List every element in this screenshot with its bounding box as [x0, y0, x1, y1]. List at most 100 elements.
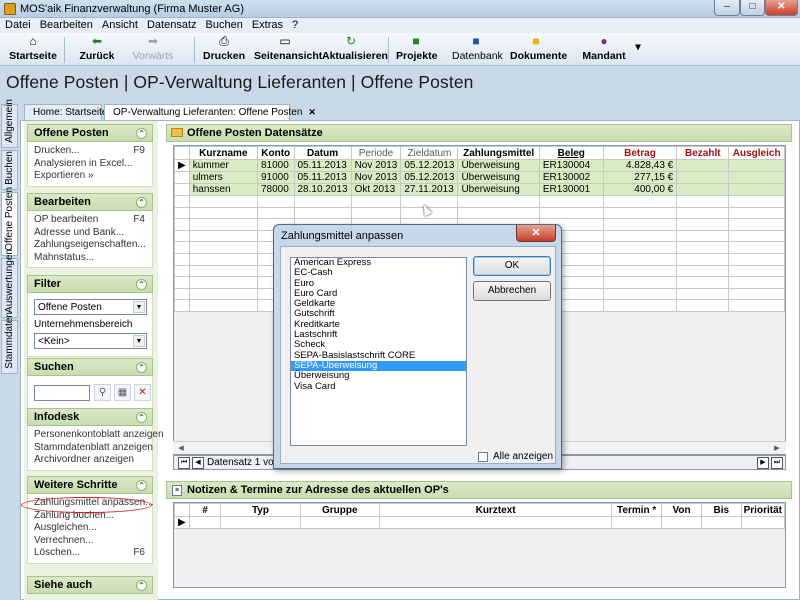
col-termin[interactable]: Termin *: [611, 503, 663, 517]
task-loeschen[interactable]: Löschen... F6: [34, 547, 147, 560]
startseite-button[interactable]: ⌂ Startseite: [8, 35, 58, 65]
search-input[interactable]: [34, 385, 90, 401]
section-header[interactable]: Offene Posten ⌃: [27, 124, 153, 142]
side-tab-buchen[interactable]: Buchen: [1, 150, 18, 190]
close-window-button[interactable]: ✕: [765, 0, 798, 16]
cell-ausgleich[interactable]: [728, 159, 785, 172]
table-row[interactable]: ▶: [174, 516, 785, 529]
menu-datei[interactable]: Datei: [0, 18, 35, 31]
section-header[interactable]: Suchen ⌃: [27, 358, 153, 376]
cell-betrag[interactable]: 400,00 €: [602, 183, 678, 196]
projects-button[interactable]: ■ Projekte: [396, 35, 437, 65]
cell-ausgleich[interactable]: [728, 171, 785, 184]
mandant-button[interactable]: ● Mandant: [580, 35, 628, 65]
cell-konto[interactable]: 78000: [256, 183, 295, 196]
menu-datensatz[interactable]: Datensatz: [142, 18, 201, 31]
cell-bezahlt[interactable]: [676, 159, 730, 172]
task-exportieren[interactable]: Exportieren »: [34, 170, 147, 183]
task-mahnstatus[interactable]: Mahnstatus...: [34, 252, 147, 265]
col-beleg[interactable]: Beleg: [538, 146, 604, 160]
filter-select[interactable]: Offene Posten ▼: [34, 299, 147, 315]
unternehmensbereich-select[interactable]: <Kein> ▼: [34, 333, 147, 349]
task-adresse-bank[interactable]: Adresse und Bank...: [34, 227, 147, 240]
cell-zahlungsmittel[interactable]: Überweisung: [457, 159, 540, 172]
col-ausgleich[interactable]: Ausgleich: [728, 146, 785, 160]
mandant-dropdown[interactable]: ▾: [632, 41, 644, 71]
database-button[interactable]: ■ Datenbank: [452, 35, 503, 65]
col-bezahlt[interactable]: Bezahlt: [676, 146, 730, 160]
forward-button[interactable]: ➡ Vorwärts: [128, 35, 178, 65]
side-tab-allgemein[interactable]: Allgemein: [1, 99, 18, 148]
col-zieldatum[interactable]: Zieldatum: [400, 146, 459, 160]
col-gruppe[interactable]: Gruppe: [299, 503, 380, 517]
clear-filter-icon[interactable]: ✕: [134, 384, 151, 401]
menu-ansicht[interactable]: Ansicht: [97, 18, 142, 31]
col-prioritaet[interactable]: Priorität: [740, 503, 785, 517]
table-row[interactable]: ulmers 91000 05.11.2013 Nov 2013 05.12.2…: [174, 171, 785, 184]
refresh-button[interactable]: ↻ Aktualisieren: [322, 35, 388, 65]
col-typ[interactable]: Typ: [220, 503, 301, 517]
ok-button[interactable]: OK: [473, 256, 551, 276]
collapse-icon[interactable]: ⌃: [136, 128, 147, 139]
maximize-button[interactable]: □: [740, 0, 765, 16]
section-header[interactable]: Bearbeiten ⌃: [27, 193, 153, 211]
cell-zieldatum[interactable]: 05.12.2013: [400, 159, 459, 172]
back-button[interactable]: ⬅ Zurück: [74, 35, 120, 65]
list-item[interactable]: EC-Cash: [291, 267, 466, 278]
collapse-icon[interactable]: ⌃: [136, 197, 147, 208]
chevron-down-icon[interactable]: ▼: [133, 301, 145, 313]
cell-datum[interactable]: 05.11.2013: [293, 171, 352, 184]
cell-betrag[interactable]: 277,15 €: [602, 171, 678, 184]
search-table-icon[interactable]: ▦: [114, 384, 131, 401]
cell-kurzname[interactable]: ulmers: [188, 171, 258, 184]
section-header[interactable]: Siehe auch ⌃: [27, 576, 153, 594]
menu-extras[interactable]: Extras: [247, 18, 287, 31]
cell-beleg[interactable]: ER130004: [538, 159, 604, 172]
table-row[interactable]: ▶ kummer 81000 05.11.2013 Nov 2013 05.12…: [174, 159, 785, 172]
cell-bezahlt[interactable]: [676, 183, 730, 196]
side-tab-offene-posten[interactable]: Offene Posten: [1, 187, 18, 256]
col-konto[interactable]: Konto: [256, 146, 295, 160]
side-tab-stammdaten[interactable]: Stammdaten: [1, 312, 18, 374]
cell-periode[interactable]: Okt 2013: [350, 183, 402, 196]
col-kurzname[interactable]: Kurzname: [188, 146, 258, 160]
cell-konto[interactable]: 91000: [256, 171, 295, 184]
cell-datum[interactable]: 05.11.2013: [293, 159, 352, 172]
section-header[interactable]: Infodesk ⌃: [27, 408, 153, 426]
task-ausgleichen[interactable]: Ausgleichen...: [34, 522, 147, 535]
cell-betrag[interactable]: 4.828,43 €: [602, 159, 678, 172]
task-personenkontoblatt[interactable]: Personenkontoblatt anzeigen: [34, 429, 164, 442]
task-analysieren-excel[interactable]: Analysieren in Excel...: [34, 158, 147, 171]
col-zahlungsmittel[interactable]: Zahlungsmittel: [457, 146, 540, 160]
task-zahlungseigenschaften[interactable]: Zahlungseigenschaften...: [34, 239, 147, 252]
show-all-checkbox[interactable]: [478, 452, 488, 462]
cell-zahlungsmittel[interactable]: Überweisung: [457, 171, 540, 184]
cell-beleg[interactable]: ER130001: [538, 183, 604, 196]
cell-periode[interactable]: Nov 2013: [350, 159, 402, 172]
task-verrechnen[interactable]: Verrechnen...: [34, 535, 147, 548]
col-bis[interactable]: Bis: [700, 503, 742, 517]
task-op-bearbeiten[interactable]: OP bearbeiten F4: [34, 214, 147, 227]
col-von[interactable]: Von: [661, 503, 702, 517]
cell-kurzname[interactable]: hanssen: [188, 183, 258, 196]
task-archivordner[interactable]: Archivordner anzeigen: [34, 454, 147, 467]
section-header[interactable]: Filter ⌃: [27, 275, 153, 293]
menu-buchen[interactable]: Buchen: [201, 18, 247, 31]
documents-button[interactable]: ■ Dokumente: [510, 35, 567, 65]
cell-zahlungsmittel[interactable]: Überweisung: [457, 183, 540, 196]
section-header[interactable]: Weitere Schritte ⌃: [27, 476, 153, 494]
cell-datum[interactable]: 28.10.2013: [293, 183, 352, 196]
col-kurztext[interactable]: Kurztext: [378, 503, 613, 517]
cell-zieldatum[interactable]: 27.11.2013: [400, 183, 459, 196]
minimize-button[interactable]: –: [714, 0, 740, 16]
menu-bearbeiten[interactable]: Bearbeiten: [35, 18, 97, 31]
menu-help[interactable]: ?: [287, 18, 302, 31]
cell-periode[interactable]: Nov 2013: [350, 171, 402, 184]
table-row[interactable]: hanssen 78000 28.10.2013 Okt 2013 27.11.…: [174, 183, 785, 196]
scroll-left-icon[interactable]: ◀: [175, 443, 187, 454]
task-stammdatenblatt[interactable]: Stammdatenblatt anzeigen: [34, 442, 153, 455]
cell-beleg[interactable]: ER130002: [538, 171, 604, 184]
tab-home[interactable]: Home: Startseite: [24, 104, 107, 120]
list-item[interactable]: Visa Card: [291, 381, 466, 392]
collapse-icon[interactable]: ⌃: [136, 279, 147, 290]
